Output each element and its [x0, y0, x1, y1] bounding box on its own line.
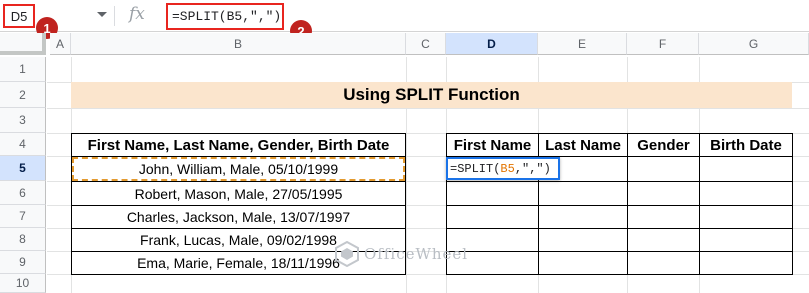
watermark: OfficeWheel: [334, 241, 468, 267]
source-table-cell[interactable]: Charles, Jackson, Male, 13/07/1997: [71, 205, 406, 229]
name-box[interactable]: D5: [3, 4, 35, 28]
split-cell[interactable]: [699, 181, 793, 206]
column-header-a[interactable]: A: [50, 33, 71, 55]
row-header-7[interactable]: 7: [0, 205, 46, 228]
editor-suffix: ,","): [514, 161, 551, 176]
name-box-dropdown-icon[interactable]: [97, 12, 107, 17]
split-cell[interactable]: [699, 228, 793, 252]
source-table-cell[interactable]: Robert, Mason, Male, 27/05/1995: [71, 181, 406, 206]
column-header-e[interactable]: E: [538, 33, 627, 55]
formula-reference: B5: [226, 9, 243, 24]
split-cell[interactable]: [627, 228, 700, 252]
split-cell[interactable]: [699, 205, 793, 229]
split-cell[interactable]: [699, 251, 793, 275]
column-header-b[interactable]: B: [71, 33, 406, 55]
editor-prefix: =SPLIT(: [450, 161, 501, 176]
split-cell[interactable]: [627, 156, 700, 182]
column-header-f[interactable]: F: [627, 33, 699, 55]
cell-editor-d5[interactable]: =SPLIT(B5 ,","): [446, 157, 560, 180]
row-header-2[interactable]: 2: [0, 82, 46, 108]
split-cell[interactable]: [538, 228, 628, 252]
split-cell[interactable]: [627, 205, 700, 229]
row-header-5[interactable]: 5: [0, 156, 46, 181]
split-cell[interactable]: [627, 181, 700, 206]
formula-prefix: =SPLIT(: [172, 9, 227, 24]
column-header-c[interactable]: C: [406, 33, 446, 55]
split-header-first-name[interactable]: First Name: [446, 133, 539, 157]
split-cell[interactable]: [699, 156, 793, 182]
source-table-header[interactable]: First Name, Last Name, Gender, Birth Dat…: [71, 133, 406, 157]
column-header-d[interactable]: D: [446, 33, 538, 55]
editor-reference: B5: [500, 161, 515, 176]
row-header-1[interactable]: 1: [0, 57, 46, 82]
row-header-10[interactable]: 10: [0, 274, 46, 293]
row-header-9[interactable]: 9: [0, 251, 46, 274]
formula-bar: [0, 0, 809, 32]
formula-suffix: ,","): [242, 9, 282, 24]
select-all-corner[interactable]: [0, 33, 46, 55]
split-cell[interactable]: [538, 251, 628, 275]
formula-bar-divider: [114, 6, 115, 26]
formula-input[interactable]: =SPLIT(B5 ,","): [166, 3, 284, 30]
sheet-title[interactable]: Using SPLIT Function: [71, 82, 792, 108]
range-reference-highlight: [72, 157, 405, 181]
split-cell[interactable]: [627, 251, 700, 275]
row-header-6[interactable]: 6: [0, 181, 46, 205]
row-header-4[interactable]: 4: [0, 133, 46, 156]
split-cell[interactable]: [538, 181, 628, 206]
fx-icon: fx: [129, 4, 145, 24]
watermark-logo-icon: [335, 241, 359, 267]
split-cell[interactable]: [446, 205, 539, 229]
split-header-last-name[interactable]: Last Name: [538, 133, 628, 157]
split-cell[interactable]: [538, 205, 628, 229]
row-header-3[interactable]: 3: [0, 108, 46, 133]
watermark-text: OfficeWheel: [364, 245, 469, 263]
split-header-gender[interactable]: Gender: [627, 133, 700, 157]
row-header-8[interactable]: 8: [0, 228, 46, 251]
split-cell[interactable]: [446, 181, 539, 206]
gridline: [47, 108, 809, 109]
column-header-g[interactable]: G: [699, 33, 809, 55]
split-header-birth-date[interactable]: Birth Date: [699, 133, 793, 157]
